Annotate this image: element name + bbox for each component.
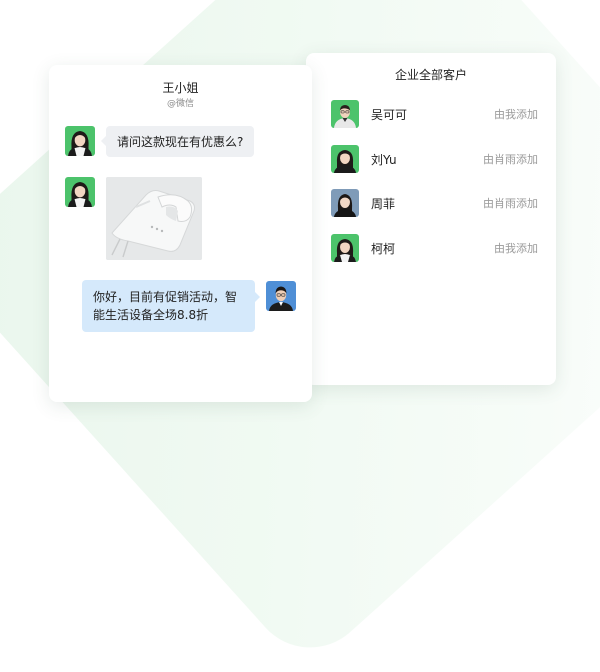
avatar <box>331 234 359 262</box>
customer-item[interactable]: 周菲 由肖雨添加 <box>331 189 538 217</box>
hand-mixer-image[interactable] <box>106 177 202 260</box>
chat-contact-channel: @微信 <box>166 99 194 109</box>
customer-source: 由我添加 <box>494 108 538 121</box>
customer-name: 周菲 <box>371 196 396 211</box>
avatar <box>331 145 359 173</box>
customer-item[interactable]: 吴可可 由我添加 <box>331 100 538 128</box>
outgoing-message: 你好，目前有促销活动，智能生活设备全场8.8折 <box>82 280 260 332</box>
customer-source: 由我添加 <box>494 242 538 255</box>
customer-source: 由肖雨添加 <box>483 153 538 166</box>
customer-source: 由肖雨添加 <box>483 197 538 210</box>
chat-panel: 王小姐 @微信 请问这款现在有优惠么? 你好，目前有促销活动，智能生活设备全场8… <box>49 65 312 402</box>
agent-avatar[interactable] <box>266 281 296 311</box>
avatar <box>331 100 359 128</box>
customer-panel-title: 企业全部客户 <box>394 68 467 82</box>
incoming-message: 请问这款现在有优惠么? <box>100 126 255 157</box>
customer-name: 吴可可 <box>371 107 408 122</box>
customer-item[interactable]: 柯柯 由我添加 <box>331 234 538 262</box>
customer-list-panel: 企业全部客户 吴可可 由我添加 刘Yu 由肖雨添加 周菲 由肖雨添加 柯柯 由我… <box>306 53 556 385</box>
contact-avatar[interactable] <box>65 126 95 156</box>
customer-name: 刘Yu <box>371 152 397 167</box>
contact-avatar[interactable] <box>65 177 95 207</box>
chat-contact-name: 王小姐 <box>162 81 199 95</box>
avatar <box>331 189 359 217</box>
customer-item[interactable]: 刘Yu 由肖雨添加 <box>331 145 538 173</box>
customer-name: 柯柯 <box>371 241 396 256</box>
